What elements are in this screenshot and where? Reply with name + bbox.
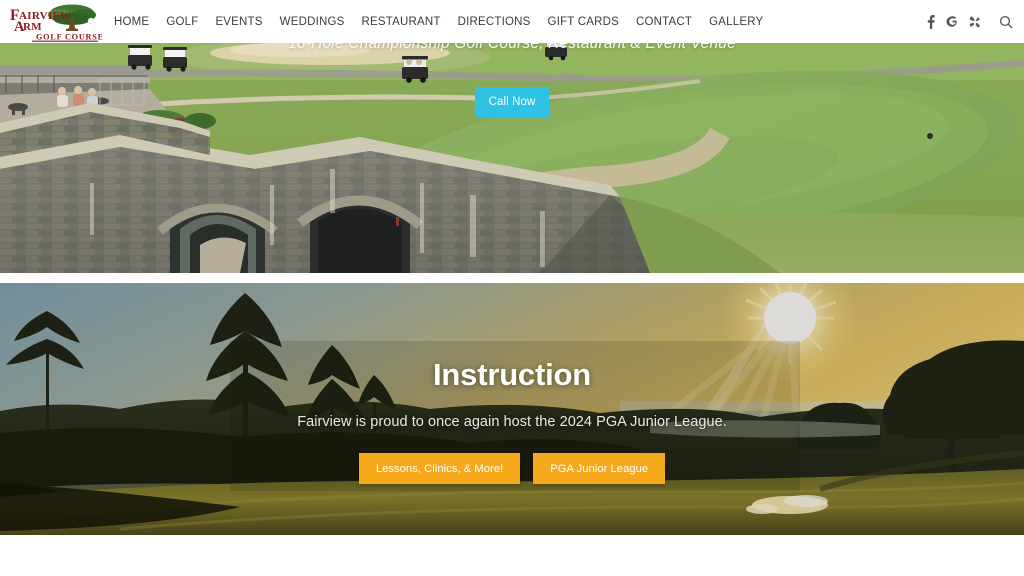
nav-item-gift-cards[interactable]: GIFT CARDS <box>548 16 619 28</box>
nav-item-events[interactable]: EVENTS <box>215 16 262 28</box>
hero2-button-group: Lessons, Clinics, & More! PGA Junior Lea… <box>0 453 1024 484</box>
hero-banner-golf-course: 18-Hole Championship Golf Course, Restau… <box>0 35 1024 273</box>
nav-item-home[interactable]: HOME <box>114 16 149 28</box>
nav-item-gallery[interactable]: GALLERY <box>709 16 763 28</box>
call-now-button[interactable]: Call Now <box>475 87 549 117</box>
main-navigation[interactable]: HOME GOLF EVENTS WEDDINGS RESTAURANT DIR… <box>114 16 763 28</box>
svg-text:GOLF COURSE: GOLF COURSE <box>36 32 102 41</box>
hero2-subtitle: Fairview is proud to once again host the… <box>297 414 727 430</box>
yelp-icon[interactable] <box>968 14 981 29</box>
svg-text:RM: RM <box>23 21 42 33</box>
nav-item-restaurant[interactable]: RESTAURANT <box>362 16 441 28</box>
search-icon[interactable] <box>998 14 1014 30</box>
lessons-clinics-button[interactable]: Lessons, Clinics, & More! <box>358 453 521 484</box>
nav-item-golf[interactable]: GOLF <box>166 16 198 28</box>
google-icon[interactable] <box>946 14 959 29</box>
hero1-photo <box>0 35 1024 273</box>
nav-item-directions[interactable]: DIRECTIONS <box>458 16 531 28</box>
page-footer-space <box>0 535 1024 576</box>
hero-banner-instruction: Instruction Fairview is proud to once ag… <box>0 283 1024 535</box>
pga-junior-league-button[interactable]: PGA Junior League <box>533 453 666 484</box>
header-actions <box>924 14 1024 30</box>
hero2-title: Instruction <box>433 357 591 392</box>
site-header: F AIRVIEW A RM GOLF COURSE HOME GOLF EVE… <box>0 0 1024 43</box>
facebook-icon[interactable] <box>924 14 937 29</box>
nav-item-contact[interactable]: CONTACT <box>636 16 692 28</box>
nav-item-weddings[interactable]: WEDDINGS <box>280 16 345 28</box>
site-logo[interactable]: F AIRVIEW A RM GOLF COURSE <box>6 2 102 42</box>
hero2-content: Instruction Fairview is proud to once ag… <box>0 283 1024 535</box>
